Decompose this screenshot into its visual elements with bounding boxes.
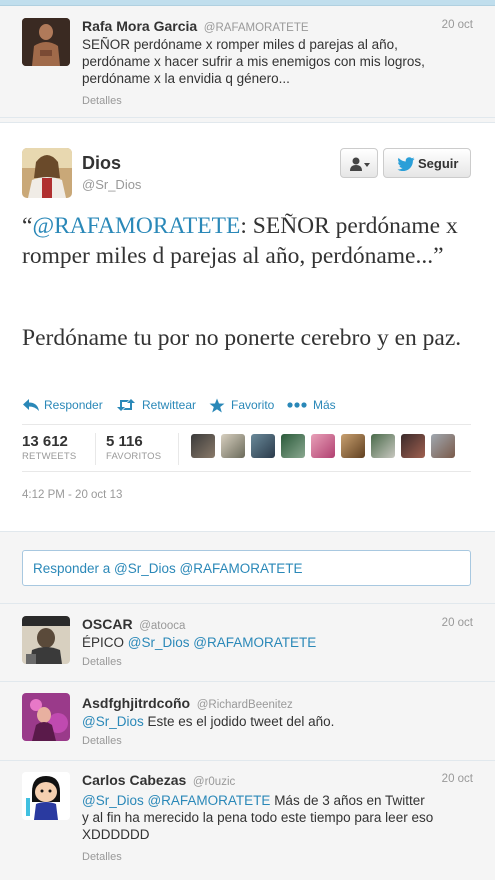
avatar[interactable] [22, 772, 70, 820]
user-actions-button[interactable] [340, 148, 378, 178]
tweet-text-line1: @Sr_Dios @RAFAMORATETE Más de 3 años en … [82, 793, 425, 808]
tweet-date[interactable]: 20 oct [442, 617, 473, 629]
tweet-username[interactable]: @r0uzic [193, 776, 235, 788]
mention-link[interactable]: @RAFAMORATETE [32, 213, 240, 239]
tweet-date[interactable]: 20 oct [442, 19, 473, 31]
reply-section: Responder a @Sr_Dios @RAFAMORATETE [0, 532, 495, 604]
tweet-username[interactable]: @RichardBeenitez [197, 699, 293, 711]
follow-button[interactable]: Seguir [383, 148, 471, 178]
reply-tweet-carlos[interactable]: Carlos Cabezas @r0uzic 20 oct @Sr_Dios @… [0, 762, 495, 880]
tweet-text: ÉPICO @Sr_Dios @RAFAMORATETE [82, 634, 475, 651]
favorites-count: 5 116 [106, 433, 143, 450]
avatar[interactable] [341, 434, 365, 458]
stat-divider [95, 433, 96, 465]
main-username[interactable]: @Sr_Dios [82, 177, 141, 192]
avatar[interactable] [311, 434, 335, 458]
avatar[interactable] [281, 434, 305, 458]
main-tweet-reply-text: Perdóname tu por no ponerte cerebro y en… [22, 325, 462, 351]
retweets-label: RETWEETS [22, 451, 77, 462]
tweet-username[interactable]: @atooca [139, 620, 185, 632]
tweet-text-line: perdóname x hacer sufrir a mis enemigos … [82, 54, 425, 69]
avatar[interactable] [431, 434, 455, 458]
avatar[interactable] [191, 434, 215, 458]
avatar[interactable] [22, 693, 70, 741]
follow-label: Seguir [418, 156, 459, 171]
tweet-fullname[interactable]: Asdfghjitrdcoño [82, 695, 190, 711]
tweet-stats: 13 612 RETWEETS 5 116 FAVORITOS [22, 424, 471, 472]
main-tweet-quote: “@RAFAMORATETE: SEÑOR perdóname x romper… [22, 211, 477, 271]
details-link[interactable]: Detalles [82, 95, 122, 107]
favorites-label: FAVORITOS [106, 451, 162, 462]
tweet-timestamp[interactable]: 4:12 PM - 20 oct 13 [22, 489, 122, 501]
reply-arrow-icon [23, 399, 39, 411]
quote-mark: “ [22, 213, 33, 239]
favorite-label: Favorito [231, 398, 275, 412]
avatar[interactable] [22, 148, 72, 198]
tweet-text-line: SEÑOR perdóname x romper miles d parejas… [82, 37, 398, 52]
details-link[interactable]: Detalles [82, 735, 122, 747]
tweet-text-content: ÉPICO @Sr_Dios @RAFAMORATETE [82, 635, 317, 650]
reply-label: Responder [44, 398, 103, 412]
caret-down-icon [364, 163, 370, 167]
retweet-label: Retwittear [142, 398, 197, 412]
more-dots-icon [287, 402, 307, 408]
star-icon [209, 398, 225, 413]
reply-placeholder: Responder a @Sr_Dios @RAFAMORATETE [33, 561, 303, 576]
reply-tweet-richard[interactable]: Asdfghjitrdcoño @RichardBeenitez @Sr_Dio… [0, 683, 495, 761]
twitter-bird-icon [397, 157, 415, 171]
tweet-text: SEÑOR perdóname x romper miles d parejas… [82, 36, 475, 87]
reply-input[interactable]: Responder a @Sr_Dios @RAFAMORATETE [22, 550, 471, 586]
tweet-date[interactable]: 20 oct [442, 773, 473, 785]
avatar[interactable] [22, 18, 70, 66]
tweet-fullname[interactable]: Carlos Cabezas [82, 772, 186, 788]
retweet-icon [117, 399, 135, 411]
avatar[interactable] [371, 434, 395, 458]
avatar[interactable] [401, 434, 425, 458]
user-icon [350, 157, 370, 171]
reply-tweet-oscar[interactable]: OSCAR @atooca 20 oct ÉPICO @Sr_Dios @RAF… [0, 604, 495, 682]
tweet-text: @Sr_Dios @RAFAMORATETE Más de 3 años en … [82, 792, 475, 843]
avatar[interactable] [221, 434, 245, 458]
details-link[interactable]: Detalles [82, 656, 122, 668]
main-fullname[interactable]: Dios [82, 153, 121, 174]
tweet-rafa[interactable]: Rafa Mora Garcia @RAFAMORATETE 20 oct SE… [0, 6, 495, 118]
details-link[interactable]: Detalles [82, 851, 122, 863]
tweet-text-content: Este es el jodido tweet del año. [143, 714, 335, 729]
mention-link[interactable]: @Sr_Dios [82, 714, 144, 729]
tweet-fullname[interactable]: Rafa Mora Garcia [82, 18, 197, 34]
favorites-stat[interactable]: 5 116 FAVORITOS [106, 433, 161, 462]
retweets-count: 13 612 [22, 433, 68, 450]
avatar[interactable] [22, 616, 70, 664]
main-tweet: Dios @Sr_Dios Seguir “@RAFAMORATETE: SEÑ… [0, 122, 495, 532]
more-label: Más [313, 398, 336, 412]
retweets-stat[interactable]: 13 612 RETWEETS [22, 433, 76, 462]
tweet-text: @Sr_Dios Este es el jodido tweet del año… [82, 713, 475, 730]
tweet-text-line: y al fin ha merecido la pena todo este t… [82, 810, 434, 825]
tweet-username[interactable]: @RAFAMORATETE [204, 22, 309, 34]
tweet-text-line: perdóname x la envidia q género... [82, 71, 290, 86]
stat-divider [178, 433, 179, 465]
tweet-text-line: XDDDDDD [82, 827, 150, 842]
tweet-fullname[interactable]: OSCAR [82, 616, 133, 632]
tweet-text-line: @Sr_Dios @RAFAMORATETE Más de 3 años en … [82, 792, 475, 809]
avatar[interactable] [251, 434, 275, 458]
